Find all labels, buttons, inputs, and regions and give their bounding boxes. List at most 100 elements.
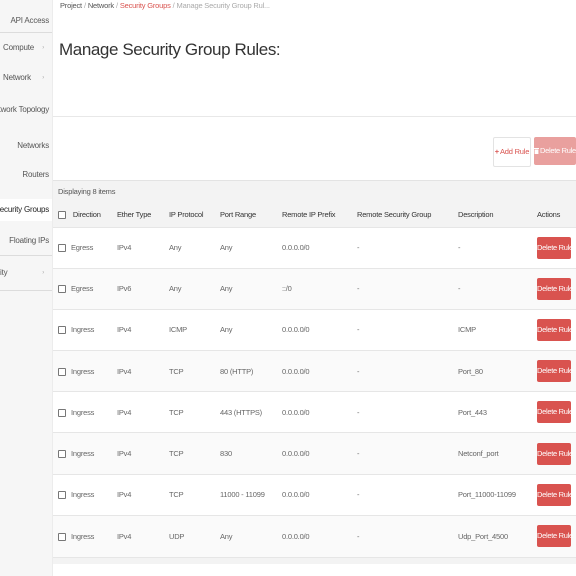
delete-rule-button[interactable]: Delete Rule (537, 318, 573, 341)
cell-actions: Delete Rule (537, 515, 576, 556)
cell-ether: IPv4 (117, 490, 132, 500)
column-header-ip-protocol[interactable]: IP Protocol (169, 203, 220, 227)
delete-rules-label: Delete Rules (540, 146, 576, 155)
cell-actions: Delete Rule (537, 392, 576, 433)
sidebar-item-routers[interactable]: Routers (0, 164, 52, 186)
cell-ether: IPv4 (117, 407, 132, 417)
column-header-remote-security-group[interactable]: Remote Security Group (357, 203, 458, 227)
breadcrumb: Project / Network / Security Groups / Manage S… (60, 1, 270, 10)
table-row: Egress IPv6 Any Any::/0 - - Delete Rule (53, 268, 576, 310)
cell-ether: IPv4 (117, 366, 132, 376)
delete-rules-button[interactable]: Delete Rules (534, 137, 576, 165)
cell-description: Port_443 (458, 407, 487, 417)
column-header-remote-ip-prefix[interactable]: Remote IP Prefix (282, 203, 357, 227)
select-all-checkbox[interactable] (58, 211, 66, 220)
cell-prefix: 0.0.0.0/0 (282, 366, 310, 376)
cell-protocol: TCP (169, 407, 184, 417)
delete-rule-button[interactable]: Delete Rule (537, 525, 573, 548)
cell-port: Any (220, 284, 233, 294)
breadcrumb-network[interactable]: Network (88, 1, 114, 10)
sidebar-item-api-access[interactable]: API Access (0, 10, 52, 32)
trash-icon (534, 148, 539, 154)
cell-port: Any (220, 325, 233, 335)
cell-prefix: 0.0.0.0/0 (282, 490, 310, 500)
row-checkbox[interactable] (58, 532, 66, 541)
delete-rule-button[interactable]: Delete Rule (537, 236, 573, 259)
sidebar-item-network-topology[interactable]: Network Topology (0, 99, 52, 121)
sidebar-divider (0, 290, 52, 291)
row-checkbox[interactable] (58, 491, 66, 500)
rules-table: Displaying 8 items Direction Ether Type … (53, 180, 576, 564)
cell-direction: Ingress (53, 309, 117, 350)
cell-protocol: UDP (169, 531, 185, 541)
breadcrumb-security-groups[interactable]: Security Groups (120, 1, 171, 10)
column-header-direction[interactable]: Direction (53, 203, 117, 227)
cell-port: 80 (HTTP) (220, 366, 254, 376)
row-checkbox[interactable] (58, 244, 66, 253)
plus-icon: + (494, 147, 499, 156)
cell-ether: IPv4 (117, 243, 132, 253)
cell-group: - (357, 449, 360, 459)
column-header-actions: Actions (537, 210, 561, 220)
cell-direction: Ingress (53, 392, 117, 433)
sidebar-item-label: Network Topology (0, 105, 49, 114)
sidebar-item-floating-ips[interactable]: Floating IPs (0, 230, 52, 252)
delete-rule-button[interactable]: Delete Rule (537, 483, 573, 506)
item-count: Displaying 8 items (53, 180, 576, 203)
breadcrumb-current: Manage Security Group Rul... (176, 1, 270, 10)
table-footer (53, 556, 576, 564)
cell-description: Netconf_port (458, 449, 499, 459)
sidebar-item-compute[interactable]: Compute › (0, 37, 52, 59)
column-header-ether-type[interactable]: Ether Type (117, 203, 169, 227)
row-checkbox[interactable] (58, 285, 66, 294)
sidebar-item-security-groups[interactable]: Security Groups (0, 199, 52, 221)
cell-protocol: TCP (169, 366, 184, 376)
cell-ether: IPv4 (117, 325, 132, 335)
row-checkbox[interactable] (58, 450, 66, 459)
delete-rule-button[interactable]: Delete Rule (537, 442, 573, 465)
cell-direction: Egress (53, 268, 117, 309)
table-row: Ingress IPv4 TCP 80 (HTTP) 0.0.0.0/0 - Port_80… (53, 350, 576, 392)
sidebar-item-label: ity (0, 268, 8, 277)
cell-group: - (357, 284, 360, 294)
cell-group: - (357, 325, 360, 335)
cell-description: Port_80 (458, 366, 483, 376)
sidebar-item-networks[interactable]: Networks (0, 135, 52, 157)
cell-direction: Egress (53, 227, 117, 268)
sidebar-item-label: Networks (17, 141, 49, 150)
add-rule-label: Add Rule (499, 147, 530, 156)
table-header-row: Direction Ether Type IP Protocol Port Ra… (53, 203, 576, 227)
title-divider (53, 116, 576, 117)
delete-rule-button[interactable]: Delete Rule (537, 360, 573, 383)
cell-prefix: 0.0.0.0/0 (282, 243, 310, 253)
column-header-port-range[interactable]: Port Range (220, 203, 282, 227)
cell-protocol: Any (169, 243, 182, 253)
sidebar-item-label: Compute (3, 43, 35, 52)
cell-actions: Delete Rule (537, 309, 576, 350)
chevron-down-icon: › (42, 75, 44, 81)
cell-actions: Delete Rule (537, 433, 576, 474)
sidebar-item-label: Network (3, 73, 31, 82)
chevron-right-icon: › (42, 45, 44, 51)
sidebar-item-network[interactable]: Network › (0, 67, 52, 89)
row-checkbox[interactable] (58, 408, 66, 417)
breadcrumb-project[interactable]: Project (60, 1, 82, 10)
cell-group: - (357, 531, 360, 541)
row-checkbox[interactable] (58, 367, 66, 376)
column-header-description[interactable]: Description (458, 203, 537, 227)
sidebar: API Access Compute › Network › Network T… (0, 0, 53, 576)
add-rule-button[interactable]: +Add Rule (493, 137, 531, 167)
cell-port: Any (220, 243, 233, 253)
cell-description: - (458, 284, 461, 294)
cell-direction: Ingress (53, 515, 117, 556)
cell-ether: IPv4 (117, 531, 132, 541)
row-checkbox[interactable] (58, 326, 66, 335)
cell-prefix: 0.0.0.0/0 (282, 449, 310, 459)
sidebar-item-identity[interactable]: ity › (0, 262, 52, 284)
table-row: Egress IPv4 Any Any 0.0.0.0/0 - - Delete Rule (53, 227, 576, 269)
cell-direction: Ingress (53, 474, 117, 515)
table-row: Ingress IPv4 TCP 11000 - 11099 0.0.0.0/0 - Por… (53, 474, 576, 516)
delete-rule-button[interactable]: Delete Rule (537, 401, 573, 424)
cell-actions: Delete Rule (537, 227, 576, 268)
delete-rule-button[interactable]: Delete Rule (537, 277, 573, 300)
